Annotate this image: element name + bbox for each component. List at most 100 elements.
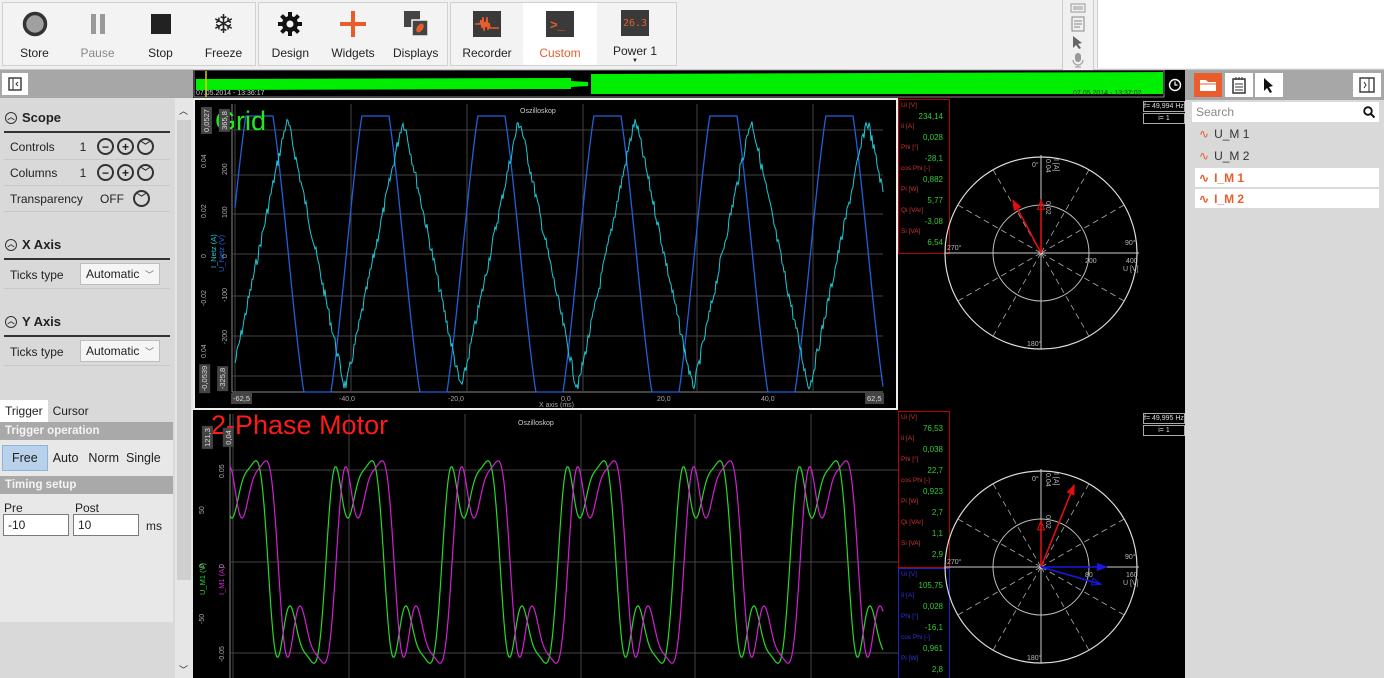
- scope-grid[interactable]: Grid Oszilloskop I_Netz (A) U_Netz (V) 0…: [193, 98, 898, 410]
- angle-label: 90°: [1125, 553, 1136, 561]
- x-tick: -20,0: [448, 396, 464, 403]
- controls-row: Controls 1 − + ﹀: [4, 134, 170, 160]
- minus-circle-icon[interactable]: −: [97, 138, 114, 155]
- y-axis-section-header[interactable]: ︿ Y Axis: [5, 314, 61, 329]
- y2-max-value[interactable]: 365,8: [218, 109, 230, 132]
- x-ticks-row: Ticks type Automatic ﹀: [4, 261, 170, 289]
- snowflake-icon: ❄: [212, 8, 235, 39]
- trigger-norm-button[interactable]: Norm: [83, 446, 124, 470]
- right-panel-header: [1185, 70, 1384, 100]
- phasor-motor[interactable]: Ui [V] 76,53 Ii [A] 0,038 Phi [°] 22,7 cos …: [898, 410, 1185, 678]
- signal-wave-icon: ∿: [1199, 126, 1210, 141]
- plus-circle-icon[interactable]: +: [117, 164, 134, 181]
- time-sync-button[interactable]: [1165, 72, 1185, 98]
- collapse-right-panel-button[interactable]: [1353, 73, 1381, 97]
- x-min-value[interactable]: -62,5: [231, 393, 253, 404]
- pause-button[interactable]: Pause: [66, 3, 129, 65]
- channel-item[interactable]: ∿ U_M 1: [1195, 124, 1379, 143]
- displays-button[interactable]: Displays: [384, 3, 447, 65]
- y2-max-value[interactable]: 0,04: [222, 428, 234, 447]
- phasor-arrowhead: [1012, 199, 1022, 211]
- recording-overview[interactable]: 07.05.2014 - 13:36:17 07.05.2014 - 13:37…: [193, 69, 1185, 98]
- y2-tick: 0: [222, 254, 229, 258]
- scrollbar-thumb[interactable]: [177, 120, 191, 580]
- y-ticks-label: Ticks type: [10, 344, 64, 359]
- freeze-button[interactable]: ❄ Freeze: [192, 3, 255, 65]
- y2-tick: -200: [222, 329, 229, 344]
- u-tick-label: 160: [1126, 572, 1138, 579]
- minus-circle-icon[interactable]: −: [97, 164, 114, 181]
- clipboard-icon: [1232, 77, 1246, 94]
- x-max-value[interactable]: 62,5: [865, 393, 884, 404]
- chevron-down-circle-icon[interactable]: ﹀: [137, 138, 154, 155]
- scope-section-header[interactable]: ︿ Scope: [5, 110, 61, 125]
- phasor-grid[interactable]: Ui [V] 234,14 Ii [A] 0,028 Phi [°] -28,1 co…: [898, 98, 1185, 410]
- keyboard-icon[interactable]: [1070, 2, 1086, 16]
- u-unit-label: U [V]: [1123, 266, 1139, 273]
- tab-cursor[interactable]: Cursor: [48, 400, 94, 422]
- power-1-button[interactable]: 26.3 Power 1 ▼: [597, 3, 673, 65]
- y2-min-value[interactable]: -325,8: [217, 365, 229, 392]
- dropdown-caret-icon[interactable]: ▼: [632, 58, 638, 64]
- i-tick-label: 0.02: [1044, 515, 1051, 529]
- transparency-row: Transparency OFF ﹀: [4, 186, 170, 212]
- plus-circle-icon[interactable]: +: [117, 138, 134, 155]
- microphone-icon[interactable]: [1072, 52, 1084, 71]
- post-label: Post: [75, 501, 100, 515]
- post-trigger-input[interactable]: 10: [73, 514, 139, 536]
- notes-tab-button[interactable]: [1225, 73, 1253, 97]
- x-ticks-select[interactable]: Automatic ﹀: [80, 263, 160, 285]
- pointer-icon[interactable]: [1072, 35, 1084, 52]
- channel-search-input[interactable]: Search: [1192, 102, 1379, 122]
- search-icon[interactable]: [1363, 106, 1375, 118]
- y1-max-value[interactable]: 0,0527: [200, 107, 212, 134]
- i-tick-label: 0.04: [1044, 159, 1051, 173]
- select-tab-button[interactable]: [1255, 73, 1283, 97]
- x-axis-section-header[interactable]: ︿ X Axis: [5, 237, 61, 252]
- divider: [4, 258, 170, 260]
- channel-item-selected[interactable]: ∿ I_M 1: [1195, 168, 1379, 187]
- i-unit-label: I [A]: [1052, 159, 1059, 172]
- scroll-down-icon[interactable]: ﹀: [179, 663, 188, 676]
- i-tick-label: 0.02: [1044, 201, 1051, 215]
- digital-display-icon: 26.3: [621, 10, 649, 36]
- angle-label: 270°: [947, 244, 962, 252]
- design-button[interactable]: Design: [259, 3, 322, 65]
- collapse-left-panel-button[interactable]: [2, 73, 28, 95]
- chevron-down-circle-icon[interactable]: ﹀: [133, 190, 150, 207]
- channel-name: I_M 1: [1214, 170, 1245, 185]
- trigger-single-button[interactable]: Single: [124, 446, 163, 470]
- notes-area[interactable]: [1097, 0, 1384, 68]
- widgets-button[interactable]: Widgets: [322, 3, 385, 65]
- folder-icon: [1200, 80, 1216, 91]
- stop-button[interactable]: Stop: [129, 3, 192, 65]
- pointer-icon: [1264, 78, 1273, 93]
- y1-min-value[interactable]: -0,0539: [199, 363, 211, 394]
- channel-item-selected[interactable]: ∿ I_M 2: [1195, 189, 1379, 208]
- channel-item[interactable]: ∿ U_M 2: [1195, 146, 1379, 165]
- scope-motor[interactable]: 2-Phase Motor Oszilloskop U_M1 (V) I_M1 …: [193, 410, 898, 678]
- channels-tab-button[interactable]: [1194, 73, 1222, 97]
- scope-subtitle: Oszilloskop: [520, 108, 556, 115]
- stop-label: Stop: [148, 46, 173, 60]
- collapse-section-icon: ︿: [5, 238, 17, 251]
- y-ticks-select[interactable]: Automatic ﹀: [80, 340, 160, 362]
- scroll-up-icon[interactable]: ︿: [179, 104, 188, 117]
- pre-trigger-input[interactable]: -10: [3, 514, 69, 536]
- angle-label: 0°: [1032, 475, 1039, 483]
- note-icon[interactable]: [1071, 16, 1085, 35]
- recorder-button[interactable]: Recorder: [451, 3, 523, 65]
- timing-setup-header: Timing setup: [0, 476, 173, 494]
- left-panel-scrollbar[interactable]: ︿ ﹀: [175, 98, 193, 678]
- store-button[interactable]: Store: [3, 3, 66, 65]
- custom-button[interactable]: >_ Custom: [523, 3, 597, 65]
- trigger-free-button[interactable]: Free: [2, 445, 48, 471]
- y1-max-value[interactable]: 121,3: [201, 426, 213, 449]
- tab-trigger[interactable]: Trigger: [0, 400, 48, 422]
- chevron-down-circle-icon[interactable]: ﹀: [137, 164, 154, 181]
- trigger-auto-button[interactable]: Auto: [48, 446, 84, 470]
- signal-wave-icon: ∿: [1199, 191, 1210, 206]
- panel-collapse-icon: [8, 77, 22, 91]
- toolbar: Store Pause Stop ❄ Freeze Design Widgets…: [0, 0, 1384, 70]
- i-tick-label: 0.04: [1044, 473, 1051, 487]
